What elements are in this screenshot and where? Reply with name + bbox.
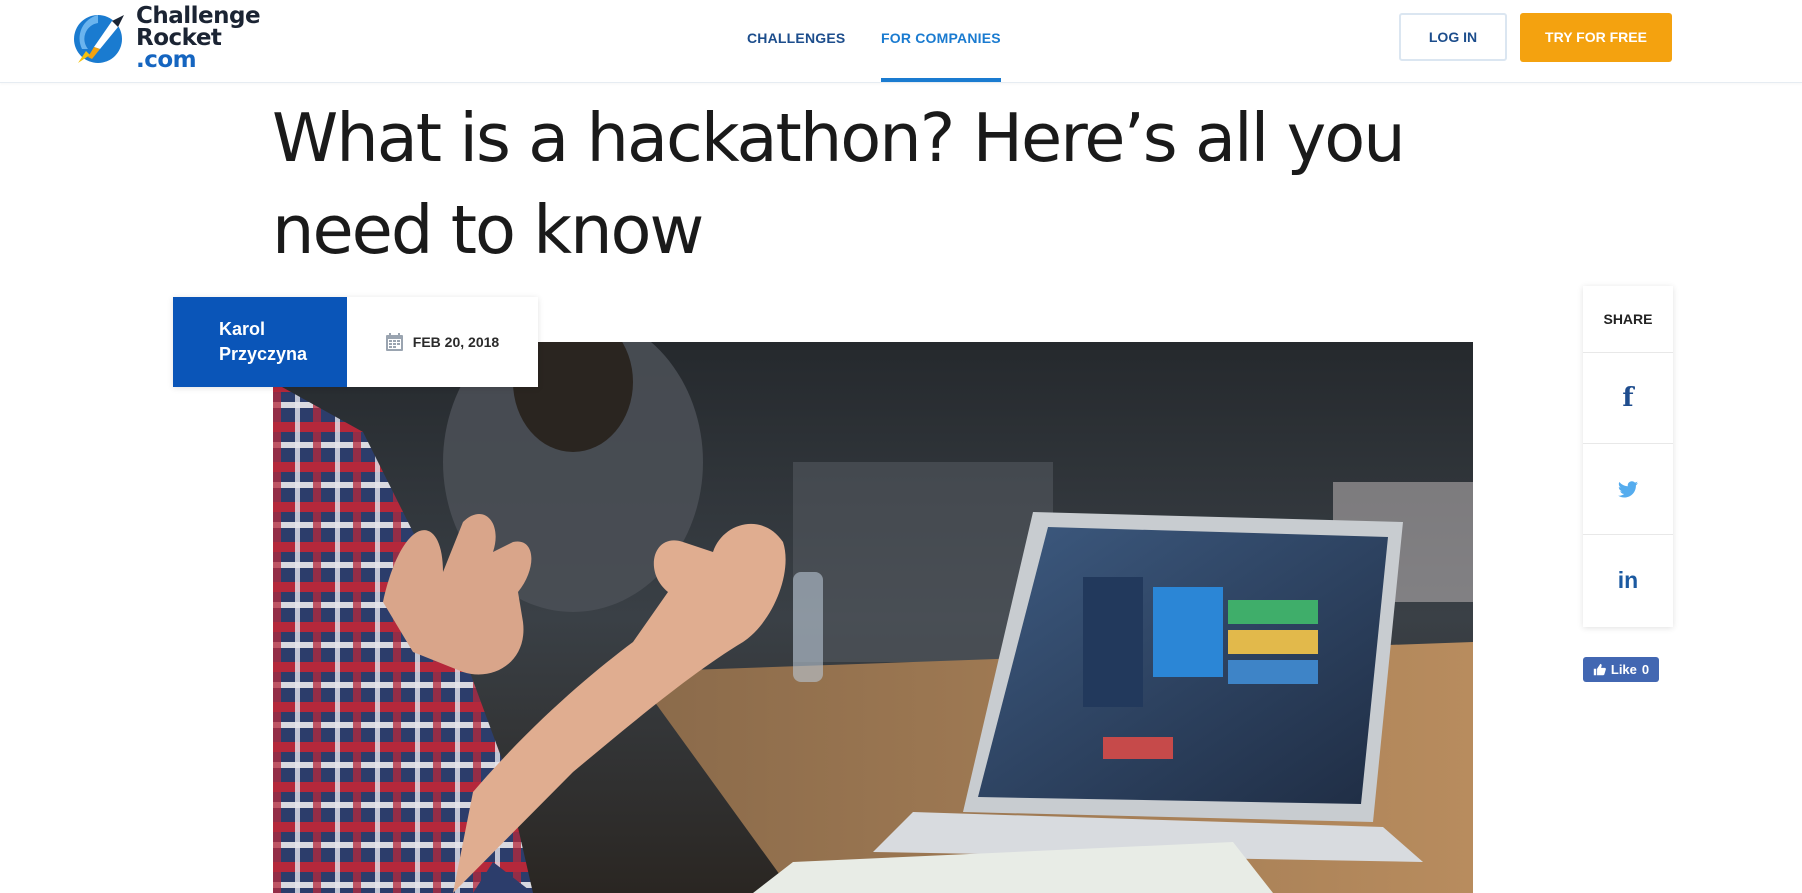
share-heading: SHARE xyxy=(1583,286,1673,353)
login-button[interactable]: LOG IN xyxy=(1399,13,1507,61)
logo-wordmark: Challenge Rocket .com xyxy=(136,3,261,73)
share-panel: SHARE f in xyxy=(1583,286,1673,627)
hero-image xyxy=(273,342,1473,893)
article-title: What is a hackathon? Here’s all you need… xyxy=(272,99,1406,269)
linkedin-icon: in xyxy=(1617,566,1639,593)
share-twitter-button[interactable] xyxy=(1583,444,1673,535)
twitter-icon xyxy=(1618,480,1638,497)
nav-challenges[interactable]: CHALLENGES xyxy=(747,0,845,82)
facebook-like-button[interactable]: Like 0 xyxy=(1583,657,1659,682)
like-label: Like xyxy=(1610,662,1637,677)
like-count: 0 xyxy=(1641,662,1650,677)
logo-line3: .com xyxy=(136,47,197,73)
try-for-free-button[interactable]: TRY FOR FREE xyxy=(1520,13,1672,62)
site-header: Challenge Rocket .com CHALLENGES FOR COM… xyxy=(0,0,1802,83)
publish-date: FEB 20, 2018 xyxy=(347,297,538,387)
rocket-logo-icon xyxy=(74,15,124,63)
date-text: FEB 20, 2018 xyxy=(412,334,500,350)
nav-for-companies[interactable]: FOR COMPANIES xyxy=(881,0,1001,82)
logo-line1: Challenge xyxy=(136,3,261,29)
share-linkedin-button[interactable]: in xyxy=(1583,535,1673,625)
logo-line2: Rocket xyxy=(136,25,222,51)
author-name[interactable]: Karol Przyczyna xyxy=(173,297,347,387)
challengerocket-logo[interactable]: Challenge Rocket .com xyxy=(72,3,261,73)
share-facebook-button[interactable]: f xyxy=(1583,353,1673,444)
hackathon-photo-illustration xyxy=(273,342,1473,893)
calendar-icon xyxy=(385,333,403,351)
article-meta: Karol Przyczyna FEB 20, 2018 xyxy=(173,297,538,387)
facebook-icon: f xyxy=(1622,383,1634,413)
thumbs-up-icon xyxy=(1593,663,1606,676)
